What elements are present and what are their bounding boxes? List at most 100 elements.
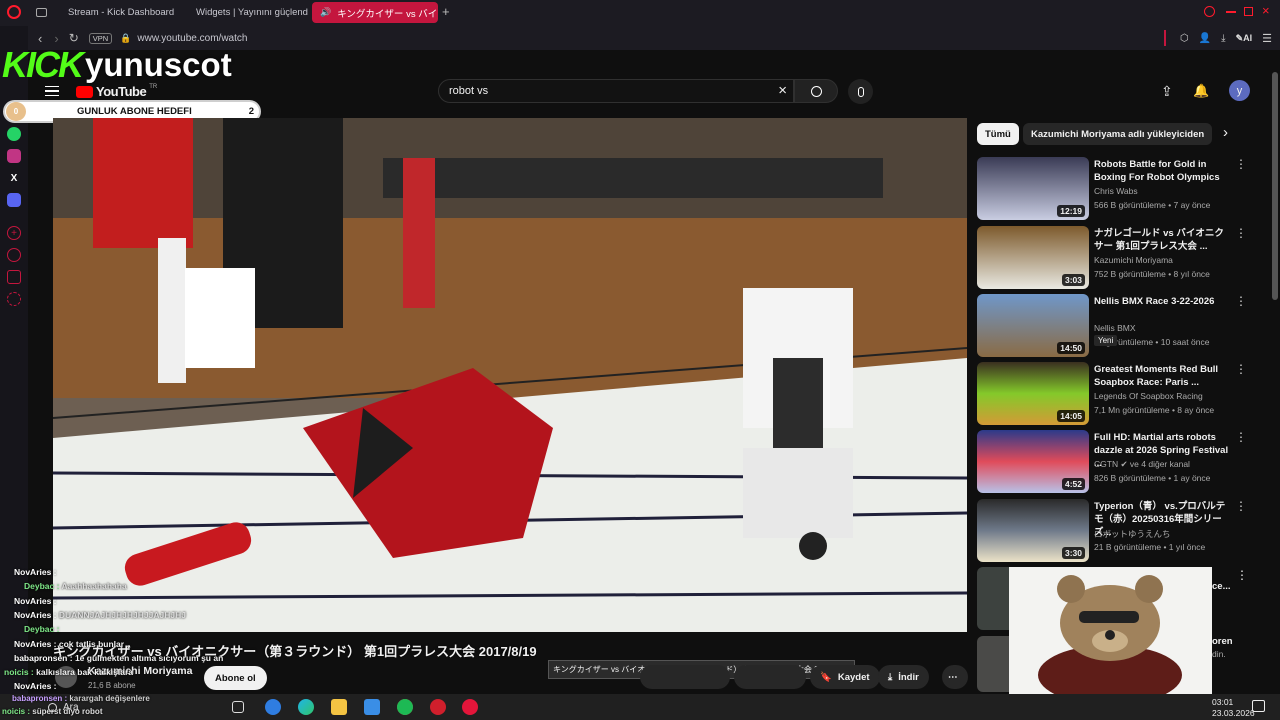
search-icon xyxy=(810,85,822,97)
file-explorer-icon[interactable] xyxy=(331,699,347,715)
tab-youtube-video[interactable]: 🔊 キングカイザー vs バイオニクサー xyxy=(312,2,438,23)
recommendation-item[interactable]: 12:19 Robots Battle for Gold in Boxing F… xyxy=(977,157,1257,221)
rec-channel[interactable]: CGTN ✔ ve 4 diğer kanal xyxy=(1094,459,1190,470)
clear-search-icon[interactable]: × xyxy=(778,82,787,99)
video-player[interactable] xyxy=(53,118,967,632)
rec-title[interactable]: Nellis BMX Race 3-22-2026 xyxy=(1094,295,1232,308)
rec-channel[interactable]: Legends Of Soapbox Racing xyxy=(1094,391,1203,401)
whatsapp-icon[interactable] xyxy=(7,127,21,141)
youtube-logo[interactable]: YouTube TR xyxy=(76,84,157,99)
subscribe-button[interactable]: Abone ol xyxy=(204,666,267,690)
recommendation-item[interactable]: 14:50 Nellis BMX Race 3-22-2026 Nellis B… xyxy=(977,294,1257,358)
speaker-icon[interactable]: 🔊 xyxy=(320,7,331,18)
download-button[interactable]: ⤓ İndir xyxy=(878,665,929,689)
tab-kick-dashboard[interactable]: Stream - Kick Dashboard xyxy=(54,2,180,23)
add-icon[interactable]: + xyxy=(7,226,21,240)
downloads-icon[interactable]: ⤓ xyxy=(1221,33,1225,44)
video-thumbnail[interactable]: 12:19 xyxy=(977,157,1089,220)
clock-time[interactable]: 03:01 xyxy=(1212,697,1233,707)
chat-text: DUANNJAJHJHJHJHJJAJHJHJ xyxy=(58,610,186,620)
menu-icon[interactable]: ☰ xyxy=(1262,32,1272,45)
chips-next-icon[interactable]: › xyxy=(1223,124,1228,141)
lock-icon: 🔒 xyxy=(120,32,132,43)
pinboard-icon[interactable] xyxy=(7,270,21,284)
page-scrollbar[interactable] xyxy=(1272,72,1278,300)
account-avatar[interactable]: y xyxy=(1229,80,1250,101)
extensions-icon[interactable]: ⬡ xyxy=(1180,33,1189,44)
more-options-icon[interactable]: ⋮ xyxy=(1235,294,1247,308)
search-tabs-icon[interactable] xyxy=(1204,6,1215,17)
workspaces-icon[interactable] xyxy=(36,8,47,17)
video-thumbnail[interactable]: 14:50 xyxy=(977,294,1089,357)
reload-icon[interactable]: ↻ xyxy=(69,31,79,45)
close-window-button[interactable]: × xyxy=(1262,3,1270,18)
hamburger-menu-icon[interactable] xyxy=(45,86,59,96)
more-options-icon[interactable]: ⋮ xyxy=(1235,362,1247,376)
gallery-icon[interactable] xyxy=(265,699,281,715)
rec-channel[interactable]: ロボットゆうえんち xyxy=(1094,528,1171,540)
more-options-icon[interactable]: ⋮ xyxy=(1235,430,1247,444)
chat-user: noicis : xyxy=(2,707,31,716)
chat-user: NovAries : xyxy=(14,610,57,620)
more-options-icon[interactable]: ⋮ xyxy=(1235,157,1247,171)
video-thumbnail[interactable]: 3:30 xyxy=(977,499,1089,562)
store-icon[interactable] xyxy=(364,699,380,715)
video-thumbnail[interactable]: 4:52 xyxy=(977,430,1089,493)
edge-icon[interactable] xyxy=(298,699,314,715)
rec-title-partial[interactable]: oren xyxy=(1212,636,1233,647)
instagram-icon[interactable] xyxy=(7,149,21,163)
voice-search-button[interactable] xyxy=(848,79,873,104)
more-options-icon[interactable]: ⋮ xyxy=(1236,568,1248,582)
video-thumbnail[interactable]: 3:03 xyxy=(977,226,1089,289)
discord-icon[interactable] xyxy=(7,193,21,207)
more-options-icon[interactable]: ⋮ xyxy=(1235,499,1247,513)
notifications-bell-icon[interactable]: 🔔 xyxy=(1193,83,1209,99)
new-tab-button[interactable]: + xyxy=(442,4,450,19)
recommendation-item[interactable]: 3:03 ナガレゴールド vs バイオニクサー 第1回プラレス大会 ... Ka… xyxy=(977,226,1257,290)
rec-channel[interactable]: Nellis BMX xyxy=(1094,323,1136,333)
red-app-icon[interactable] xyxy=(430,699,446,715)
minimize-button[interactable] xyxy=(1226,11,1236,13)
history-icon[interactable] xyxy=(7,248,21,262)
chip-all[interactable]: Tümü xyxy=(977,123,1019,145)
media-player-icon[interactable] xyxy=(462,699,478,715)
duration-badge: 3:30 xyxy=(1061,547,1085,559)
search-button[interactable] xyxy=(794,79,838,103)
notifications-icon[interactable] xyxy=(1252,700,1265,712)
rec-channel[interactable]: Kazumichi Moriyama xyxy=(1094,255,1173,265)
more-actions-button[interactable]: ⋯ xyxy=(942,665,968,689)
settings-icon[interactable] xyxy=(7,292,21,306)
maximize-button[interactable] xyxy=(1244,7,1253,16)
tab-label: Stream - Kick Dashboard xyxy=(68,7,175,18)
share-button[interactable] xyxy=(734,665,806,689)
ai-button[interactable]: ✎AI xyxy=(1236,33,1253,44)
x-icon[interactable]: X xyxy=(7,171,21,185)
chip-from-uploader[interactable]: Kazumichi Moriyama adlı yükleyiciden xyxy=(1023,123,1213,145)
opera-icon[interactable] xyxy=(7,5,21,19)
rec-title-partial[interactable]: ce... xyxy=(1212,581,1231,592)
vpn-badge[interactable]: VPN xyxy=(88,32,113,44)
recommendation-thumbnail-partial[interactable] xyxy=(977,567,1009,630)
rec-title[interactable]: ナガレゴールド vs バイオニクサー 第1回プラレス大会 ... xyxy=(1094,227,1232,253)
profile-icon[interactable]: 👤 xyxy=(1199,33,1211,44)
video-thumbnail[interactable]: 14:05 xyxy=(977,362,1089,425)
like-dislike-group[interactable] xyxy=(640,665,730,689)
clock-date[interactable]: 23.03.2026 xyxy=(1212,708,1255,718)
recommendation-item[interactable]: 4:52 Full HD: Martial arts robots dazzle… xyxy=(977,430,1257,494)
rec-channel[interactable]: Chris Wabs xyxy=(1094,186,1138,196)
upload-icon[interactable]: ⇪ xyxy=(1161,83,1173,100)
save-button[interactable]: 🔖 Kaydet xyxy=(810,665,880,689)
spotify-icon-final[interactable] xyxy=(397,699,413,715)
task-view-icon[interactable] xyxy=(232,701,244,713)
recommendation-item[interactable]: 14:05 Greatest Moments Red Bull Soapbox … xyxy=(977,362,1257,426)
chat-user: NovAries : xyxy=(14,681,57,691)
taskbar-search[interactable]: Ara xyxy=(48,697,223,717)
rec-title[interactable]: Robots Battle for Gold in Boxing For Rob… xyxy=(1094,158,1232,184)
url-field[interactable]: www.youtube.com/watch xyxy=(137,33,247,44)
rec-title[interactable]: Greatest Moments Red Bull Soapbox Race: … xyxy=(1094,363,1232,389)
more-options-icon[interactable]: ⋮ xyxy=(1235,226,1247,240)
recommendation-item[interactable]: 3:30 Typerion（青） vs.プロバルテモ（赤）20250316年間シ… xyxy=(977,499,1257,563)
recommendation-thumbnail-partial[interactable] xyxy=(977,636,1009,692)
search-input[interactable]: robot vs × xyxy=(438,79,794,103)
tab-widgets[interactable]: Widgets | Yayınını güçlend xyxy=(182,2,308,23)
